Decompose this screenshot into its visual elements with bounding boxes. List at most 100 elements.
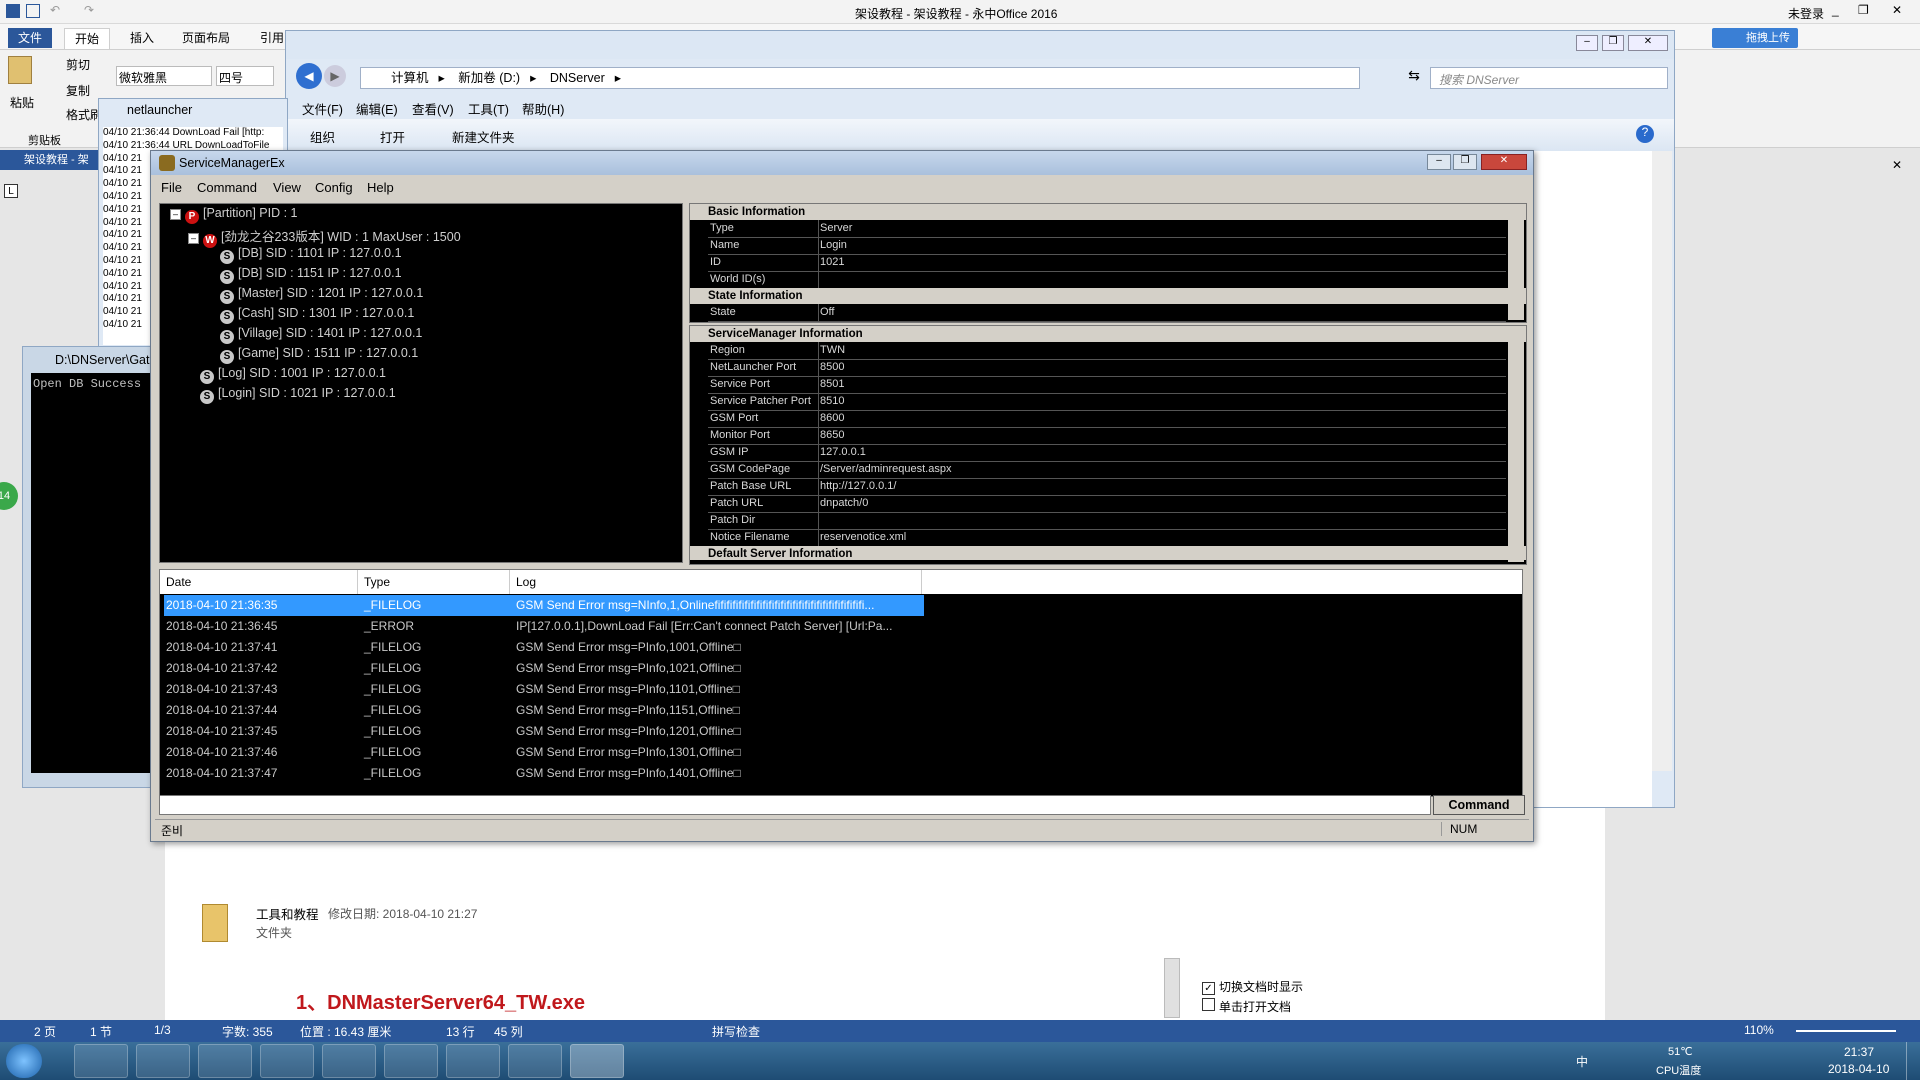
new-folder-button[interactable]: 新建文件夹: [452, 127, 515, 146]
log-row[interactable]: 2018-04-10 21:36:45 _ERROR IP[127.0.0.1],D…: [164, 616, 924, 637]
log-row[interactable]: 2018-04-10 21:37:41 _FILELOG GSM Send Erro…: [164, 637, 924, 658]
tree-node-partition[interactable]: – P [Partition] PID : 1: [170, 206, 297, 224]
status-zoom[interactable]: 110%: [1744, 1023, 1774, 1037]
basic-info-header[interactable]: Basic Information: [690, 204, 1526, 220]
start-icon[interactable]: [6, 1044, 42, 1078]
smw-maximize-icon[interactable]: ❐: [1453, 154, 1477, 170]
grid-scrollbar[interactable]: [1508, 326, 1524, 562]
prop-row[interactable]: Monitor Port 8650: [708, 427, 1506, 445]
refresh-icon[interactable]: ⇆: [1402, 67, 1426, 89]
taskbar-window2-icon[interactable]: [508, 1044, 562, 1078]
paste-label[interactable]: 粘贴: [10, 94, 34, 111]
prop-row[interactable]: GSM Port 8600: [708, 410, 1506, 428]
search-input[interactable]: 搜索 DNServer: [1430, 67, 1668, 89]
tree-node-server[interactable]: S [Login] SID : 1021 IP : 127.0.0.1: [200, 386, 396, 404]
open-button[interactable]: 打开: [380, 127, 405, 146]
log-row[interactable]: 2018-04-10 21:37:44 _FILELOG GSM Send Erro…: [164, 700, 924, 721]
menu-view[interactable]: View: [273, 180, 301, 195]
command-button[interactable]: Command: [1433, 795, 1525, 815]
side-option-single[interactable]: 单击打开文档: [1202, 998, 1291, 1015]
smw-close-icon[interactable]: ✕: [1481, 154, 1527, 170]
tab-home[interactable]: 开始: [64, 28, 111, 49]
login-status[interactable]: 未登录: [1788, 5, 1824, 22]
prop-row[interactable]: Name Login: [708, 237, 1506, 255]
upload-button[interactable]: 拖拽上传: [1712, 28, 1798, 48]
col-header-type[interactable]: Type: [358, 570, 510, 594]
ime-indicator[interactable]: 中: [1576, 1053, 1588, 1070]
prop-row[interactable]: NetLauncher Port 8500: [708, 359, 1506, 377]
col-header-log[interactable]: Log: [510, 570, 922, 594]
undo-icon[interactable]: ↶: [50, 3, 60, 17]
explorer-minimize-icon[interactable]: –: [1576, 35, 1598, 51]
taskbar-service-manager-icon[interactable]: [570, 1044, 624, 1078]
close-icon[interactable]: ✕: [1892, 3, 1902, 17]
show-desktop-button[interactable]: [1906, 1042, 1920, 1080]
crumb-computer[interactable]: 计算机: [391, 71, 429, 85]
sm-info-header[interactable]: ServiceManager Information: [690, 326, 1526, 342]
side-panel-close-icon[interactable]: ✕: [1892, 158, 1902, 172]
menu-help-cn[interactable]: 帮助(H): [522, 99, 564, 118]
folder-details[interactable]: 工具和教程 修改日期: 2018-04-10 21:27 文件夹: [180, 896, 1560, 950]
explorer-close-icon[interactable]: ✕: [1628, 35, 1668, 51]
tree-node-server[interactable]: S [Log] SID : 1001 IP : 127.0.0.1: [200, 366, 386, 384]
command-input[interactable]: [159, 795, 1431, 815]
menu-view-cn[interactable]: 查看(V): [412, 99, 454, 118]
tree-node-server[interactable]: S [Master] SID : 1201 IP : 127.0.0.1: [220, 286, 423, 304]
log-row-selected[interactable]: 2018-04-10 21:36:35 _FILELOG GSM Send Erro…: [164, 595, 924, 616]
taskbar-doc-icon[interactable]: [384, 1044, 438, 1078]
log-row[interactable]: 2018-04-10 21:37:47 _FILELOG GSM Send Erro…: [164, 763, 924, 784]
tree-node-server[interactable]: S [DB] SID : 1151 IP : 127.0.0.1: [220, 266, 402, 284]
status-spell[interactable]: 拼写检查: [712, 1023, 760, 1040]
zoom-slider[interactable]: [1796, 1030, 1896, 1032]
menu-command[interactable]: Command: [197, 180, 257, 195]
tree-node-world[interactable]: – W [劲龙之谷233版本] WID : 1 MaxUser : 1500: [188, 226, 461, 248]
prop-row[interactable]: Type Server: [708, 220, 1506, 238]
log-row[interactable]: 2018-04-10 21:37:45 _FILELOG GSM Send Erro…: [164, 721, 924, 742]
font-size-select[interactable]: 四号: [216, 66, 274, 86]
col-header-date[interactable]: Date: [160, 570, 358, 594]
taskbar-chart-icon[interactable]: [260, 1044, 314, 1078]
prop-row[interactable]: GSM CodePage/Server/adminrequest.aspx: [708, 461, 1506, 479]
smw-minimize-icon[interactable]: –: [1427, 154, 1451, 170]
tab-insert[interactable]: 插入: [120, 28, 164, 48]
log-row[interactable]: 2018-04-10 21:37:46 _FILELOG GSM Send Erro…: [164, 742, 924, 763]
back-icon[interactable]: ◀: [296, 63, 322, 89]
explorer-maximize-icon[interactable]: ❐: [1602, 35, 1624, 51]
tree-node-server[interactable]: S [DB] SID : 1101 IP : 127.0.0.1: [220, 246, 402, 264]
tree-node-server[interactable]: S [Game] SID : 1511 IP : 127.0.0.1: [220, 346, 418, 364]
menu-help[interactable]: Help: [367, 180, 394, 195]
log-row[interactable]: 2018-04-10 21:37:43 _FILELOG GSM Send Erro…: [164, 679, 924, 700]
menu-file-cn[interactable]: 文件(F): [302, 99, 343, 118]
crumb-folder[interactable]: DNServer: [550, 71, 605, 85]
taskbar-explorer-icon[interactable]: [74, 1044, 128, 1078]
redo-icon[interactable]: ↷: [84, 3, 94, 17]
prop-row[interactable]: Patch Dir: [708, 512, 1506, 530]
grid-scrollbar[interactable]: [1508, 204, 1524, 320]
prop-row[interactable]: World ID(s): [708, 271, 1506, 289]
prop-row[interactable]: GSM IP 127.0.0.1: [708, 444, 1506, 462]
clock-time[interactable]: 21:37: [1844, 1045, 1874, 1059]
prop-row[interactable]: Region TWN: [708, 342, 1506, 360]
font-select[interactable]: 微软雅黑: [116, 66, 212, 86]
menu-config[interactable]: Config: [315, 180, 353, 195]
paste-icon[interactable]: [8, 56, 32, 84]
help-icon[interactable]: ?: [1636, 125, 1654, 143]
address-bar[interactable]: 计算机 ▸ 新加卷 (D:) ▸ DNServer ▸: [360, 67, 1360, 89]
tree-node-server[interactable]: S [Village] SID : 1401 IP : 127.0.0.1: [220, 326, 422, 344]
copy-button[interactable]: 复制: [66, 82, 90, 99]
explorer-scrollbar[interactable]: [1652, 151, 1672, 771]
format-painter-button[interactable]: 格式刷: [66, 106, 102, 123]
tree-node-server[interactable]: S [Cash] SID : 1301 IP : 127.0.0.1: [220, 306, 414, 324]
state-info-header[interactable]: State Information: [690, 288, 1526, 304]
cut-button[interactable]: 剪切: [66, 56, 90, 73]
log-row[interactable]: 2018-04-10 21:37:42 _FILELOG GSM Send Erro…: [164, 658, 924, 679]
taskbar-tools-icon[interactable]: [322, 1044, 376, 1078]
prop-row[interactable]: Patch URL dnpatch/0: [708, 495, 1506, 513]
tab-file[interactable]: 文件: [8, 28, 53, 48]
taskbar-window-icon[interactable]: [446, 1044, 500, 1078]
prop-row[interactable]: Service Patcher Port 8510: [708, 393, 1506, 411]
prop-row[interactable]: Service Port 8501: [708, 376, 1506, 394]
prop-row[interactable]: Patch Base URL http://127.0.0.1/: [708, 478, 1506, 496]
doc-tab[interactable]: 架设教程 - 架: [0, 150, 100, 170]
prop-row[interactable]: ID 1021: [708, 254, 1506, 272]
